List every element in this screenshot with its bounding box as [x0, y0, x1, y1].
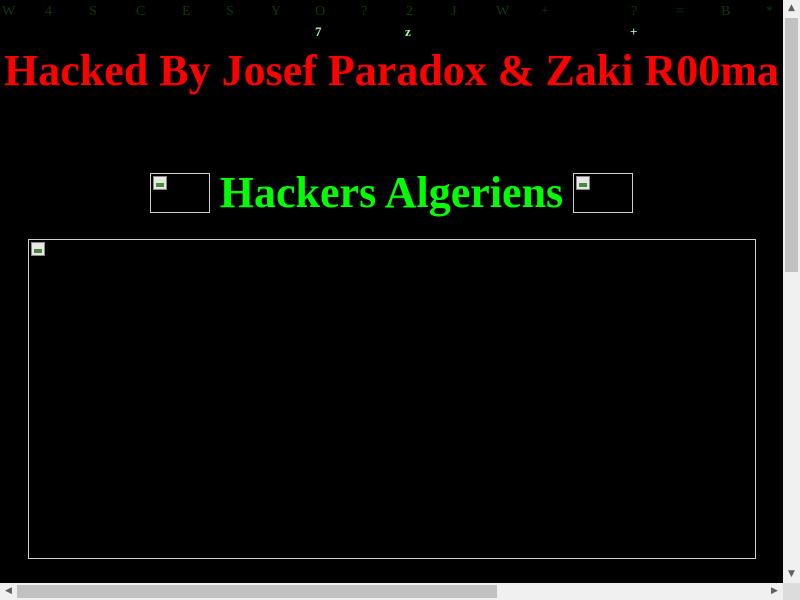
matrix-char: O: [315, 4, 326, 19]
horizontal-scrollbar[interactable]: ◀ ▶: [0, 583, 783, 600]
matrix-char: 4: [45, 4, 52, 19]
scroll-left-arrow-icon[interactable]: ◀: [0, 583, 17, 600]
matrix-char: S: [89, 4, 97, 19]
subtitle-row: Hackers Algeriens: [0, 168, 783, 218]
matrix-char: z: [405, 24, 411, 39]
horizontal-scroll-thumb[interactable]: [17, 585, 497, 598]
matrix-char: *: [766, 4, 773, 19]
vertical-scrollbar[interactable]: ▲ ▼: [783, 0, 800, 583]
broken-image-icon: [573, 173, 634, 213]
broken-image-icon: [149, 173, 210, 213]
page-subtitle: Hackers Algeriens: [219, 168, 564, 217]
matrix-rain-row-bright: 7 z +: [0, 24, 783, 42]
vertical-scroll-thumb[interactable]: [785, 18, 798, 272]
matrix-char: S: [226, 4, 234, 19]
matrix-char: 2: [406, 4, 413, 19]
matrix-char: +: [541, 4, 549, 19]
scroll-up-arrow-icon[interactable]: ▲: [783, 0, 800, 17]
matrix-char: E: [182, 4, 191, 19]
scrollbar-corner: [783, 583, 800, 600]
matrix-char: B: [721, 4, 731, 19]
matrix-char: ?: [631, 4, 638, 19]
matrix-char: Y: [271, 4, 282, 19]
scroll-right-arrow-icon[interactable]: ▶: [766, 583, 783, 600]
matrix-char: W: [2, 4, 16, 19]
matrix-char: +: [630, 24, 638, 39]
scroll-down-arrow-icon[interactable]: ▼: [783, 566, 800, 583]
matrix-char: 7: [315, 24, 322, 39]
matrix-rain-row: W 4 S C E S Y O ? 2 J W + ? = B *: [0, 4, 783, 24]
matrix-char: ?: [361, 4, 368, 19]
broken-image-main: [28, 239, 756, 559]
matrix-char: C: [136, 4, 146, 19]
matrix-char: W: [496, 4, 510, 19]
matrix-char: =: [676, 4, 684, 19]
matrix-char: J: [451, 4, 457, 19]
page-viewport: W 4 S C E S Y O ? 2 J W + ? = B * 7 z + …: [0, 0, 783, 583]
page-title: Hacked By Josef Paradox & Zaki R00ma: [4, 46, 779, 95]
